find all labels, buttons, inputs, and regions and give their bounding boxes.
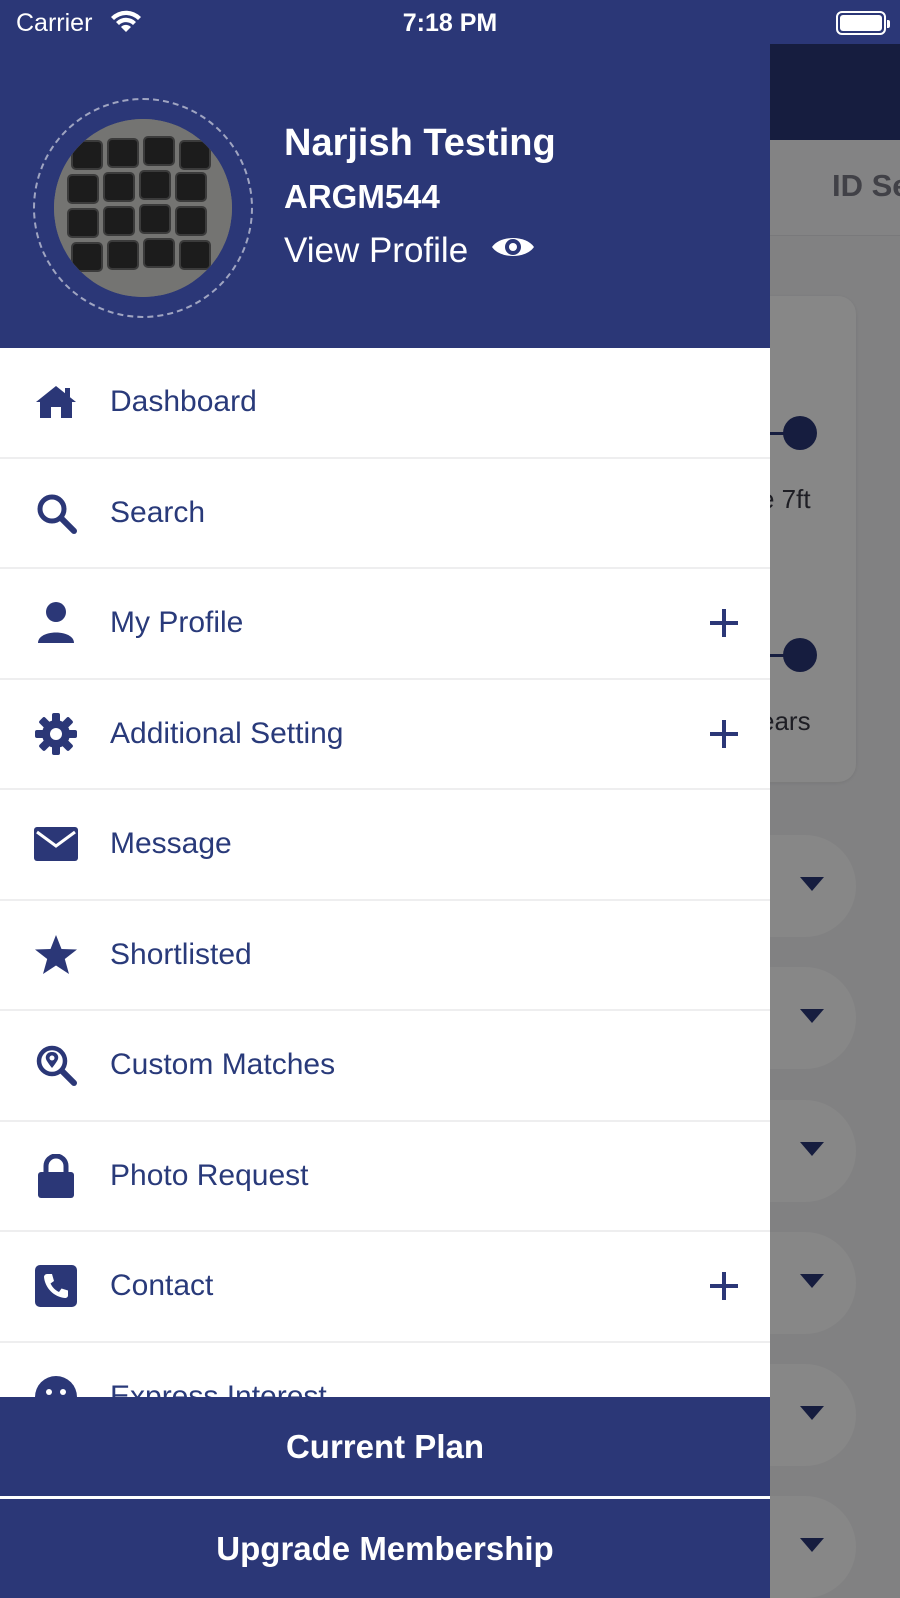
menu-item-label: Photo Request xyxy=(110,1158,309,1192)
expand-plus-icon[interactable] xyxy=(710,1272,738,1301)
menu-item-label: Additional Setting xyxy=(110,716,344,750)
menu-item-label: Shortlisted xyxy=(110,937,252,971)
menu-item-label: Custom Matches xyxy=(110,1048,336,1082)
menu-item-label: Search xyxy=(110,495,206,529)
current-plan-button[interactable]: Current Plan xyxy=(0,1397,770,1496)
drawer-header: Narjish Testing ARGM544 View Profile xyxy=(0,0,770,348)
avatar[interactable] xyxy=(54,119,232,297)
smile-icon xyxy=(34,1375,78,1397)
battery-icon xyxy=(836,11,890,35)
menu-item-my-profile[interactable]: My Profile xyxy=(0,569,770,680)
clock: 7:18 PM xyxy=(402,9,498,37)
expand-plus-icon[interactable] xyxy=(710,609,738,638)
eye-icon xyxy=(490,231,536,271)
menu-item-dashboard[interactable]: Dashboard xyxy=(0,348,770,459)
menu-item-message[interactable]: Message xyxy=(0,790,770,901)
drawer-menu: Dashboard Search My Profile Additional S… xyxy=(0,348,770,1397)
view-profile-label: View Profile xyxy=(284,231,469,270)
user-icon xyxy=(34,601,78,645)
expand-plus-icon[interactable] xyxy=(710,719,738,748)
search-location-icon xyxy=(34,1043,78,1087)
menu-item-express-interest[interactable]: Express Interest xyxy=(0,1343,770,1397)
profile-id: ARGM544 xyxy=(284,178,440,215)
search-icon xyxy=(34,491,78,535)
side-drawer: Narjish Testing ARGM544 View Profile Das… xyxy=(0,0,770,1598)
menu-item-photo-request[interactable]: Photo Request xyxy=(0,1122,770,1232)
menu-item-label: Dashboard xyxy=(110,385,257,419)
menu-item-additional-setting[interactable]: Additional Setting xyxy=(0,680,770,790)
menu-item-label: My Profile xyxy=(110,606,244,640)
keyboard-photo xyxy=(54,119,232,297)
view-profile-link[interactable]: View Profile xyxy=(284,231,536,271)
home-icon xyxy=(34,380,78,424)
lock-icon xyxy=(34,1153,78,1198)
menu-item-custom-matches[interactable]: Custom Matches xyxy=(0,1011,770,1122)
menu-item-shortlisted[interactable]: Shortlisted xyxy=(0,901,770,1011)
menu-item-label: Express Interest xyxy=(110,1379,327,1397)
menu-item-search[interactable]: Search xyxy=(0,459,770,569)
status-bar: Carrier 7:18 PM xyxy=(0,0,900,44)
profile-name: Narjish Testing xyxy=(284,122,556,164)
menu-item-label: Message xyxy=(110,827,232,861)
menu-item-label: Contact xyxy=(110,1269,214,1303)
upgrade-membership-button[interactable]: Upgrade Membership xyxy=(0,1499,770,1598)
menu-item-contact[interactable]: Contact xyxy=(0,1232,770,1343)
gear-icon xyxy=(34,712,78,756)
phone-square-icon xyxy=(34,1264,78,1308)
star-icon xyxy=(34,933,78,977)
envelope-icon xyxy=(34,822,78,866)
